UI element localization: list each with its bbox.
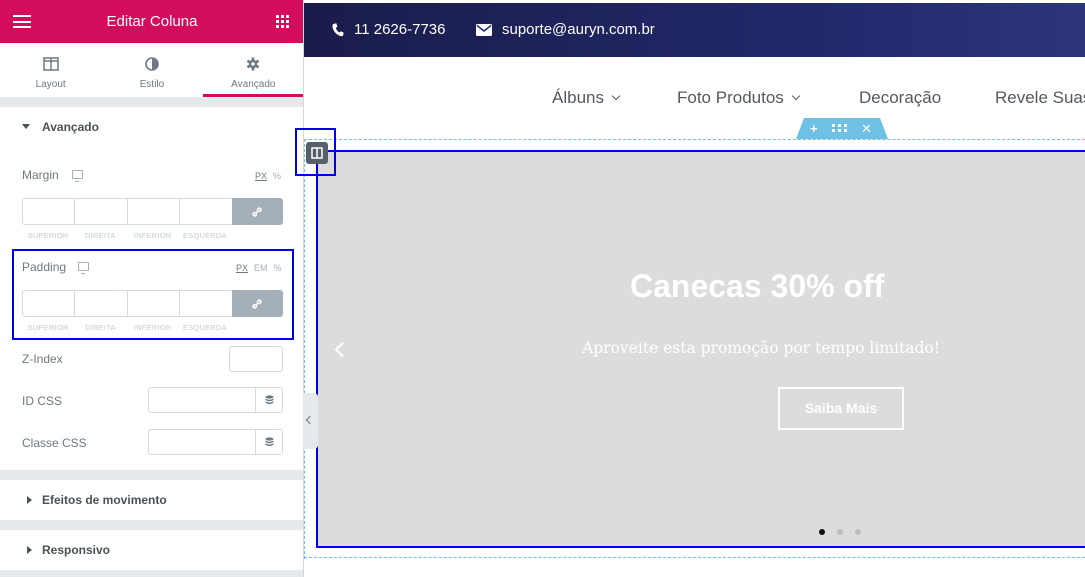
phone-number: 11 2626-7736: [354, 21, 446, 38]
z-index-label: Z-Index: [22, 352, 63, 366]
panel-tabs: Layout Estilo Avançado: [0, 43, 303, 97]
margin-right-input[interactable]: [74, 198, 127, 225]
close-icon[interactable]: ✕: [861, 121, 872, 137]
phone-icon: [332, 23, 344, 37]
column-highlight-box: [316, 150, 1085, 548]
nav-item-decoracao[interactable]: Decoração: [859, 88, 941, 108]
panel-header: Editar Coluna: [0, 0, 303, 43]
nav-item-foto-produtos[interactable]: Foto Produtos: [677, 88, 801, 108]
margin-left-input[interactable]: [179, 198, 232, 225]
dim-label-esquerda: ESQUERDA: [183, 231, 227, 240]
main-nav: Álbuns Foto Produtos Decoração Revele Su…: [304, 57, 1085, 137]
padding-highlight-box: [12, 249, 294, 340]
dim-label-superior: SUPERIOR: [27, 231, 69, 240]
section-title: Avançado: [42, 120, 99, 134]
section-motion-effects-header[interactable]: Efeitos de movimento: [0, 480, 303, 520]
email-address: suporte@auryn.com.br: [502, 21, 655, 38]
chevron-down-icon: [611, 91, 621, 101]
css-class-label: Classe CSS: [22, 436, 87, 450]
margin-units: PX%: [249, 171, 281, 181]
database-icon: [265, 394, 273, 404]
margin-dimensions: [22, 198, 284, 225]
nav-label: Álbuns: [552, 88, 604, 107]
section-title: Responsivo: [42, 543, 111, 557]
dim-label-inferior: INFERIOR: [133, 231, 172, 240]
section-border-bottom: [304, 557, 1085, 558]
css-id-label: ID CSS: [22, 394, 63, 408]
unit-percent[interactable]: %: [273, 171, 281, 181]
gear-icon: [247, 57, 260, 71]
section-border-top: [304, 139, 1085, 140]
nav-label: Decoração: [859, 88, 942, 107]
nav-item-albuns[interactable]: Álbuns: [552, 88, 621, 108]
panel-collapse-handle[interactable]: [303, 393, 318, 449]
margin-bottom-input[interactable]: [126, 198, 180, 225]
caret-right-icon: [27, 546, 32, 554]
nav-label: Foto Produtos: [677, 88, 784, 107]
site-preview: 11 2626-7736 suporte@auryn.com.br Álbuns…: [304, 0, 1085, 577]
database-icon: [265, 436, 273, 446]
z-index-input[interactable]: [229, 346, 283, 372]
column-handle-highlight-box: [295, 128, 336, 176]
envelope-icon: [476, 24, 492, 37]
add-section-icon[interactable]: +: [810, 121, 818, 136]
margin-top-input[interactable]: [22, 198, 75, 225]
tab-estilo[interactable]: Estilo: [101, 43, 202, 97]
contact-email[interactable]: suporte@auryn.com.br: [476, 21, 655, 38]
dynamic-tags-button[interactable]: [256, 429, 283, 455]
section-title: Efeitos de movimento: [42, 493, 167, 507]
dim-label-direita: DIREITA: [85, 231, 116, 240]
desktop-icon[interactable]: [72, 170, 83, 182]
css-class-input[interactable]: [148, 429, 256, 455]
tab-label: Avançado: [231, 79, 276, 90]
tab-label: Estilo: [139, 79, 165, 90]
link-icon: [252, 206, 263, 217]
dynamic-tags-button[interactable]: [256, 387, 283, 413]
half-circle-icon: [145, 57, 159, 71]
margin-dim-labels: SUPERIOR DIREITA INFERIOR ESQUERDA: [22, 231, 231, 240]
top-contact-bar: 11 2626-7736 suporte@auryn.com.br: [304, 3, 1085, 57]
section-border-left: [304, 139, 305, 559]
section-responsive-header[interactable]: Responsivo: [0, 530, 303, 570]
nav-label: Revele Suas: [995, 88, 1085, 107]
chevron-down-icon: [791, 91, 801, 101]
link-values-button[interactable]: [231, 198, 284, 225]
tab-label: Layout: [35, 79, 66, 90]
css-id-input[interactable]: [148, 387, 256, 413]
margin-label: Margin: [22, 168, 59, 182]
unit-px[interactable]: PX: [255, 171, 267, 181]
tab-avancado[interactable]: Avançado: [202, 43, 303, 97]
tab-layout[interactable]: Layout: [0, 43, 101, 97]
panel-title: Editar Coluna: [106, 13, 198, 30]
section-advanced-header[interactable]: Avançado: [0, 107, 303, 147]
caret-down-icon: [22, 124, 30, 129]
contact-phone[interactable]: 11 2626-7736: [332, 21, 445, 38]
caret-right-icon: [27, 496, 32, 504]
nav-item-revele-suas[interactable]: Revele Suas: [995, 88, 1085, 108]
columns-icon: [42, 57, 59, 71]
section-handle[interactable]: + ✕: [796, 118, 888, 139]
widgets-grid-icon[interactable]: [276, 15, 289, 28]
